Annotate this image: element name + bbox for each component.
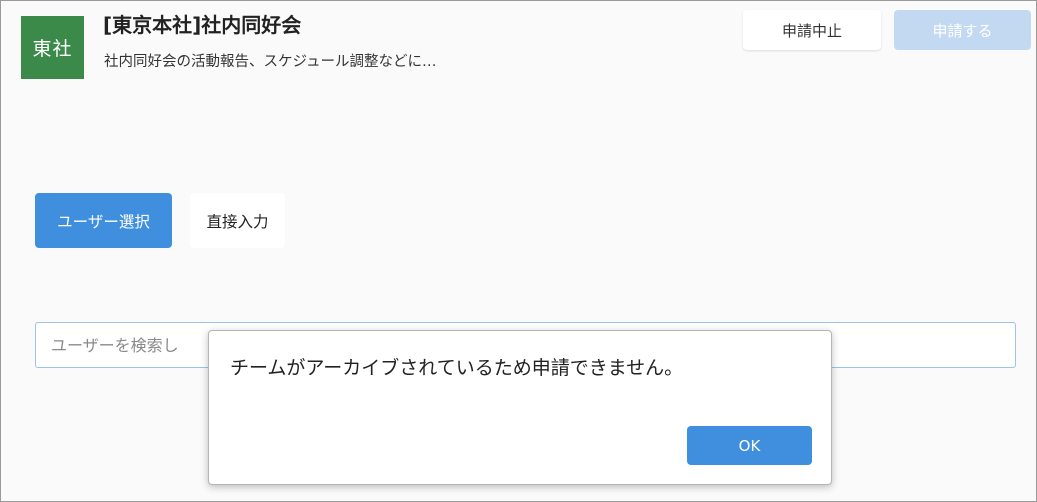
- team-description: 社内同好会の活動報告、スケジュール調整などに…: [104, 54, 437, 70]
- team-avatar: 東社: [21, 16, 84, 79]
- tab-direct-input[interactable]: 直接入力: [190, 193, 285, 248]
- app-window: 東社 [東京本社]社内同好会 社内同好会の活動報告、スケジュール調整などに… 申…: [0, 0, 1037, 502]
- dialog-message: チームがアーカイブされているため申請できません。: [230, 357, 684, 379]
- tab-user-select[interactable]: ユーザー選択: [35, 193, 172, 248]
- team-header: 東社 [東京本社]社内同好会 社内同好会の活動報告、スケジュール調整などに… 申…: [1, 1, 1036, 97]
- apply-button[interactable]: 申請する: [894, 10, 1031, 50]
- alert-dialog: チームがアーカイブされているため申請できません。 OK: [208, 330, 832, 485]
- ok-button[interactable]: OK: [687, 426, 812, 465]
- team-title: [東京本社]社内同好会: [103, 13, 302, 37]
- cancel-application-button[interactable]: 申請中止: [743, 10, 881, 50]
